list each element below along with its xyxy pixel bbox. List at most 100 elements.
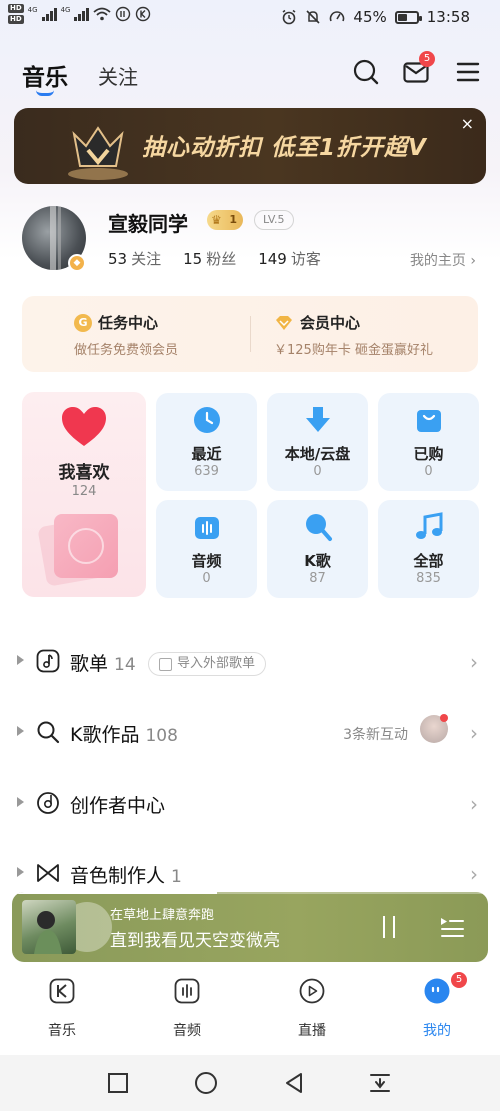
- notification-shade-icon[interactable]: [368, 1071, 392, 1095]
- tab-music-indicator: [36, 90, 54, 96]
- task-center-card[interactable]: G 任务中心 做任务免费领会员: [22, 296, 250, 372]
- mini-player[interactable]: 在草地上肆意奔跑 直到我看见天空变微亮: [12, 892, 488, 962]
- promo-banner[interactable]: 抽心动折扣 低至1折开超V ×: [14, 108, 486, 184]
- grid-all-count: 835: [416, 571, 441, 586]
- chevron-right-icon[interactable]: ›: [470, 721, 478, 745]
- expand-caret-icon[interactable]: [17, 655, 24, 665]
- grid-recent[interactable]: 最近 639: [156, 393, 257, 491]
- expand-caret-icon[interactable]: [17, 867, 24, 877]
- voice-maker-title: 音色制作人: [70, 865, 166, 887]
- follow-stat[interactable]: 53 关注: [108, 248, 161, 269]
- banner-close-icon[interactable]: ×: [461, 114, 474, 133]
- creator-center-title: 创作者中心: [70, 795, 166, 817]
- player-subtitle: 在草地上肆意奔跑: [110, 908, 215, 923]
- player-progress-track[interactable]: [12, 892, 488, 894]
- wifi-icon: [93, 7, 112, 21]
- visitor-count: 149: [258, 250, 287, 268]
- tab-music[interactable]: 音乐: [22, 58, 68, 92]
- audio-tab-icon: [174, 978, 200, 1004]
- bottom-tab-live[interactable]: 直播: [262, 978, 362, 1039]
- member-center-subtitle: ￥125购年卡 砸金蛋赢好礼: [274, 343, 433, 358]
- chevron-right-icon[interactable]: ›: [470, 650, 478, 674]
- fans-stat[interactable]: 15 粉丝: [183, 248, 236, 269]
- voice-maker-count: 1: [171, 867, 182, 887]
- search-icon[interactable]: [352, 58, 380, 86]
- grid-audio-count: 0: [202, 571, 211, 586]
- grid-karaoke[interactable]: K歌 87: [267, 500, 368, 598]
- task-center-subtitle: 做任务免费领会员: [74, 343, 179, 358]
- follow-count: 53: [108, 250, 128, 268]
- grid-all[interactable]: 全部 835: [378, 500, 479, 598]
- username[interactable]: 宣毅同学: [108, 208, 188, 237]
- grid-karaoke-label: K歌: [304, 552, 331, 570]
- mine-badge: 5: [451, 972, 467, 988]
- hd-badge-1: HD: [8, 4, 24, 13]
- top-nav: 音乐 关注 5: [0, 48, 500, 98]
- member-center-card[interactable]: 会员中心 ￥125购年卡 砸金蛋赢好礼: [250, 296, 478, 372]
- chevron-right-icon[interactable]: ›: [470, 792, 478, 816]
- grid-recent-label: 最近: [191, 445, 222, 463]
- status-right: 45% 13:58: [281, 8, 470, 26]
- bottom-tab-audio[interactable]: 音频: [137, 978, 237, 1039]
- notification-dot: [440, 714, 448, 722]
- favorites-card[interactable]: 我喜欢 124: [22, 392, 146, 597]
- import-playlist-button[interactable]: 导入外部歌单: [148, 652, 267, 676]
- expand-caret-icon[interactable]: [17, 726, 24, 736]
- diamond-icon: [276, 315, 292, 330]
- live-play-icon: [299, 978, 325, 1004]
- chevron-right-icon[interactable]: ›: [470, 862, 478, 886]
- playlists-count: 14: [114, 655, 136, 675]
- grid-local-cloud-count: 0: [313, 464, 322, 479]
- expand-caret-icon[interactable]: [17, 797, 24, 807]
- fans-label: 粉丝: [206, 250, 237, 268]
- visitor-stat[interactable]: 149 访客: [258, 248, 321, 269]
- bottom-tab-mine[interactable]: 5 我的: [387, 972, 487, 1039]
- album-cover[interactable]: [22, 900, 76, 954]
- recents-square-icon[interactable]: [106, 1071, 130, 1095]
- microphone-icon: [306, 514, 332, 541]
- audio-icon: [195, 517, 219, 539]
- home-circle-icon[interactable]: [194, 1071, 218, 1095]
- list-item-playlists[interactable]: 歌单 14 导入外部歌单 ›: [0, 638, 500, 688]
- pause-icon[interactable]: [380, 916, 400, 938]
- new-interaction-text[interactable]: 3条新互动: [343, 724, 408, 744]
- playlist-queue-icon[interactable]: [440, 916, 464, 938]
- grid-recent-count: 639: [194, 464, 219, 479]
- download-arrow-icon: [306, 407, 330, 432]
- heart-icon: [62, 407, 106, 446]
- menu-icon[interactable]: [454, 58, 482, 86]
- member-center-title: 会员中心: [300, 314, 361, 332]
- grid-purchased[interactable]: 已购 0: [378, 393, 479, 491]
- shopping-bag-icon: [417, 410, 441, 432]
- speed-icon: [330, 11, 345, 22]
- grid-local-cloud[interactable]: 本地/云盘 0: [267, 393, 368, 491]
- task-center-title-row: G 任务中心: [74, 312, 158, 333]
- grid-audio[interactable]: 音频 0: [156, 500, 257, 598]
- back-triangle-icon[interactable]: [282, 1071, 306, 1095]
- karaoke-works-count: 108: [145, 726, 178, 746]
- playlist-icon: [36, 649, 60, 673]
- my-homepage-link[interactable]: 我的主页 ›: [410, 250, 476, 270]
- alarm-icon: [282, 9, 296, 25]
- battery-percent: 45%: [353, 8, 387, 26]
- network-type-1: 4G: [27, 6, 38, 14]
- system-nav-bar: [0, 1055, 500, 1111]
- player-progress-fill: [12, 892, 217, 894]
- player-song-title: 直到我看见天空变微亮: [110, 931, 280, 951]
- avatar-vip-icon: ◆: [68, 254, 86, 272]
- list-item-karaoke-works[interactable]: K歌作品 108 3条新互动 ›: [0, 709, 500, 759]
- app-k-icon: [136, 6, 151, 22]
- level-badge[interactable]: LV.5: [254, 210, 294, 230]
- vip-level-badge[interactable]: 1: [207, 210, 243, 230]
- bottom-tab-music-label: 音乐: [48, 1023, 76, 1039]
- bottom-tab-music[interactable]: 音乐: [12, 978, 112, 1039]
- grid-local-cloud-label: 本地/云盘: [284, 445, 351, 463]
- list-item-title: 歌单 14: [70, 649, 136, 676]
- grid-audio-label: 音频: [191, 552, 222, 570]
- profile-stats: 53 关注 15 粉丝 149 访客: [108, 248, 321, 269]
- mail-badge: 5: [419, 51, 435, 67]
- list-item-creator-center[interactable]: 创作者中心 ›: [0, 780, 500, 830]
- tab-follow[interactable]: 关注: [98, 61, 138, 90]
- profile-tab-icon: [424, 978, 450, 1004]
- hd-badge-2: HD: [8, 15, 24, 24]
